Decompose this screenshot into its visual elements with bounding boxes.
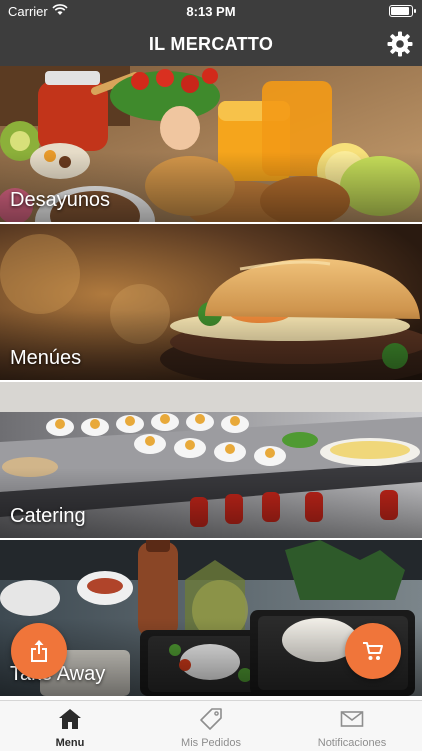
- gear-icon[interactable]: [386, 30, 414, 58]
- navigation-bar: IL MERCATTO: [0, 22, 422, 66]
- tab-notificaciones[interactable]: Notificaciones: [282, 701, 422, 751]
- tab-label: Menu: [55, 737, 85, 749]
- tab-menu[interactable]: Menu: [0, 701, 140, 751]
- menu-list: Desayunos Menúes Catering Take Away: [0, 66, 422, 699]
- mail-icon: [340, 711, 364, 727]
- battery-icon: [389, 5, 416, 17]
- menu-item-desayunos[interactable]: Desayunos: [0, 66, 422, 224]
- clock: 8:13 PM: [186, 4, 236, 19]
- share-button[interactable]: [11, 623, 67, 679]
- tag-icon: [200, 708, 222, 730]
- status-bar: Carrier 8:13 PM: [0, 0, 422, 22]
- menu-item-label: Menúes: [10, 347, 82, 369]
- menu-item-menues[interactable]: Menúes: [0, 224, 422, 382]
- tab-mis-pedidos[interactable]: Mis Pedidos: [141, 701, 281, 751]
- tab-label: Notificaciones: [317, 737, 387, 749]
- cart-icon: [363, 642, 383, 660]
- menu-item-catering[interactable]: Catering: [0, 382, 422, 540]
- tab-bar: Menu Mis Pedidos Notificaciones: [0, 700, 422, 751]
- menu-item-label: Desayunos: [10, 189, 111, 211]
- home-icon: [59, 709, 81, 729]
- cart-button[interactable]: [345, 623, 401, 679]
- share-icon: [31, 640, 47, 662]
- tab-label: Mis Pedidos: [181, 737, 241, 749]
- menu-item-label: Catering: [10, 505, 86, 527]
- page-title: IL MERCATTO: [148, 34, 274, 54]
